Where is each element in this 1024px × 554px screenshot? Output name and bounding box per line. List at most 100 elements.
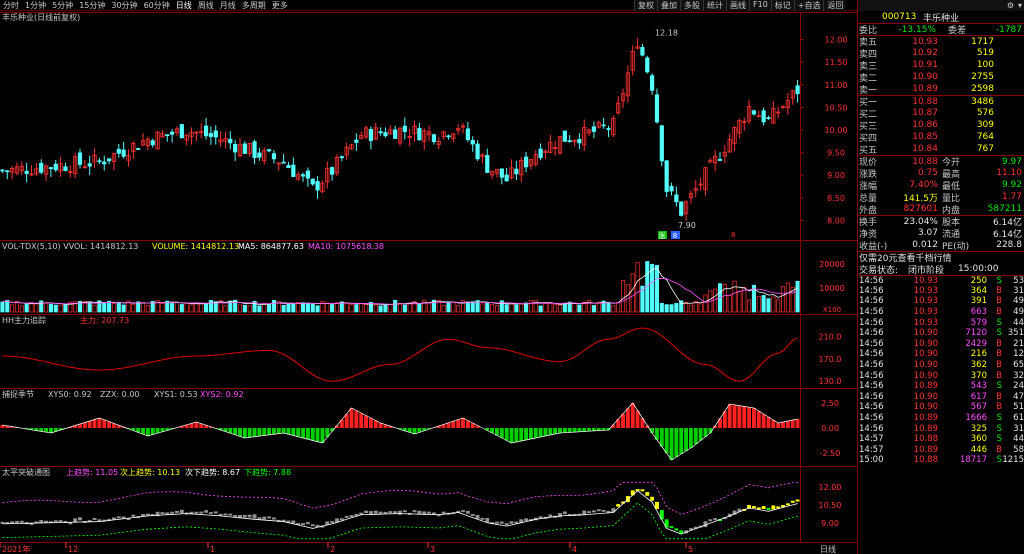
period-tab-5[interactable]: 60分钟 bbox=[141, 0, 173, 11]
vol-bar bbox=[669, 304, 674, 313]
vol-bar bbox=[427, 302, 432, 313]
tick-time: 14:56 bbox=[859, 296, 884, 307]
vol-bar bbox=[291, 303, 296, 313]
notice-row[interactable]: 仅需20元查看千档行情 bbox=[858, 251, 1024, 264]
tick-row: 14:56 10.89 325 S 31 bbox=[858, 423, 1024, 434]
vol-bar bbox=[320, 301, 325, 313]
tick-volume: 543 bbox=[970, 381, 987, 392]
tq-bar bbox=[112, 517, 116, 520]
tick-price: 10.90 bbox=[913, 402, 938, 413]
vol-bar bbox=[548, 302, 553, 313]
toolbar-button-0[interactable]: 复权 bbox=[634, 0, 657, 11]
toolbar-button-3[interactable]: 统计 bbox=[703, 0, 726, 11]
vol-bar bbox=[160, 303, 165, 313]
vol-bar bbox=[48, 303, 53, 313]
vol-bar bbox=[630, 273, 635, 313]
period-tab-10[interactable]: 更多 bbox=[269, 0, 291, 11]
tick-price: 10.88 bbox=[913, 455, 938, 466]
toolbar-button-5[interactable]: F10 bbox=[749, 0, 771, 11]
tick-side: B bbox=[996, 307, 1002, 318]
settings-icon[interactable]: ⚙ bbox=[1007, 1, 1014, 10]
vol-bar bbox=[562, 302, 567, 313]
period-tab-7[interactable]: 周线 bbox=[195, 0, 217, 11]
tq-bar bbox=[257, 517, 262, 520]
tick-volume: 18717 bbox=[959, 455, 987, 466]
tick-volume: 216 bbox=[970, 349, 987, 360]
candle-body bbox=[257, 152, 262, 158]
period-tab-6[interactable]: 日线 bbox=[173, 0, 195, 11]
tick-time: 14:56 bbox=[859, 275, 884, 286]
vol-bar bbox=[776, 299, 781, 313]
toolbar-button-6[interactable]: 标记 bbox=[770, 0, 794, 11]
vol-bar bbox=[194, 302, 199, 313]
toolbar-button-2[interactable]: 多股 bbox=[680, 0, 703, 11]
date-label: 2021年 bbox=[2, 544, 30, 554]
ask-price: 10.92 bbox=[912, 48, 938, 58]
vol-bar bbox=[684, 302, 689, 313]
vol-bar bbox=[223, 305, 228, 313]
quote-panel: ⚙ ▾ 000713 丰乐种业 委比 -13.15% 委差 -1787 卖五 10.93 1717 卖… bbox=[857, 0, 1024, 554]
vol-bar bbox=[780, 286, 786, 313]
vol-ma5: MA5: 864877.63 bbox=[238, 242, 304, 251]
period-tab-0[interactable]: 分时 bbox=[0, 0, 22, 11]
vol-bar bbox=[596, 301, 601, 313]
price-tick: 11.50 bbox=[825, 58, 848, 67]
tq-bar bbox=[713, 518, 718, 521]
period-tab-1[interactable]: 1分钟 bbox=[22, 0, 49, 11]
period-tab-3[interactable]: 15分钟 bbox=[76, 0, 108, 11]
chart-area[interactable]: 12.00 11.50 11.00 10.50 10.00 9.50 9.00 8.50 8.0… bbox=[0, 12, 857, 554]
candle-body bbox=[315, 181, 320, 191]
period-tab-8[interactable]: 月线 bbox=[217, 0, 239, 11]
tick-count: 44 bbox=[1013, 434, 1024, 445]
tick-price: 10.89 bbox=[913, 423, 938, 434]
tq-bar bbox=[204, 510, 208, 513]
tick-row: 14:56 10.90 370 B 32 bbox=[858, 370, 1024, 381]
tick-row: 14:56 10.89 1666 S 61 bbox=[858, 413, 1024, 424]
tick-volume: 370 bbox=[970, 370, 987, 381]
candle-body bbox=[339, 156, 344, 159]
toolbar-button-4[interactable]: 画线 bbox=[726, 0, 749, 11]
tq-bar bbox=[640, 489, 645, 492]
hh-tick: 170.0 bbox=[819, 355, 842, 364]
tq-bar bbox=[213, 511, 218, 514]
tick-time: 14:57 bbox=[859, 444, 884, 455]
kline-svg[interactable]: 12.0011.5011.0010.5010.009.509.008.508.0… bbox=[0, 12, 857, 554]
bid-row: 买一 10.88 3486 bbox=[858, 95, 1024, 108]
dropdown-icon[interactable]: ▾ bbox=[1018, 1, 1022, 10]
price-tick: 12.00 bbox=[825, 36, 848, 45]
toolbar-button-7[interactable]: +自选 bbox=[793, 0, 824, 11]
tq-bar bbox=[131, 514, 136, 517]
stat-value: 23.04% bbox=[903, 216, 938, 227]
price-tick: 10.00 bbox=[825, 126, 848, 135]
high-label: 12.18 bbox=[655, 28, 678, 37]
candle-body bbox=[203, 125, 209, 137]
tick-volume: 250 bbox=[970, 275, 987, 286]
low-label: 7.90 bbox=[678, 221, 696, 230]
vol-bar bbox=[378, 305, 383, 313]
period-tab-2[interactable]: 5分钟 bbox=[49, 0, 76, 11]
candle-body bbox=[402, 125, 407, 133]
vol-bar bbox=[490, 304, 495, 313]
tick-row: 14:56 10.93 579 S 44 bbox=[858, 317, 1024, 328]
candle-body bbox=[271, 153, 277, 160]
candle-body bbox=[446, 135, 451, 138]
tq-bar bbox=[499, 521, 504, 524]
tq-bar bbox=[470, 513, 475, 516]
tq-bar bbox=[669, 526, 674, 529]
toolbar-button-8[interactable]: 返回 bbox=[823, 0, 847, 11]
period-tab-9[interactable]: 多周期 bbox=[239, 0, 269, 11]
tick-side: B bbox=[996, 391, 1002, 402]
period-tab-4[interactable]: 30分钟 bbox=[108, 0, 140, 11]
tq-bar bbox=[630, 490, 635, 496]
candle-body bbox=[650, 75, 655, 91]
candle-body bbox=[465, 128, 470, 140]
toolbar-button-1[interactable]: 叠加 bbox=[657, 0, 680, 11]
vol-bar bbox=[383, 304, 388, 313]
quote-value-2: 9.92 bbox=[1001, 180, 1022, 190]
tick-volume: 579 bbox=[970, 317, 987, 328]
vol-bar bbox=[10, 304, 15, 313]
quote-label: 外盘 bbox=[859, 205, 878, 216]
candle-body bbox=[383, 132, 388, 137]
vol-bar bbox=[267, 303, 272, 313]
vol-bar bbox=[281, 305, 286, 313]
